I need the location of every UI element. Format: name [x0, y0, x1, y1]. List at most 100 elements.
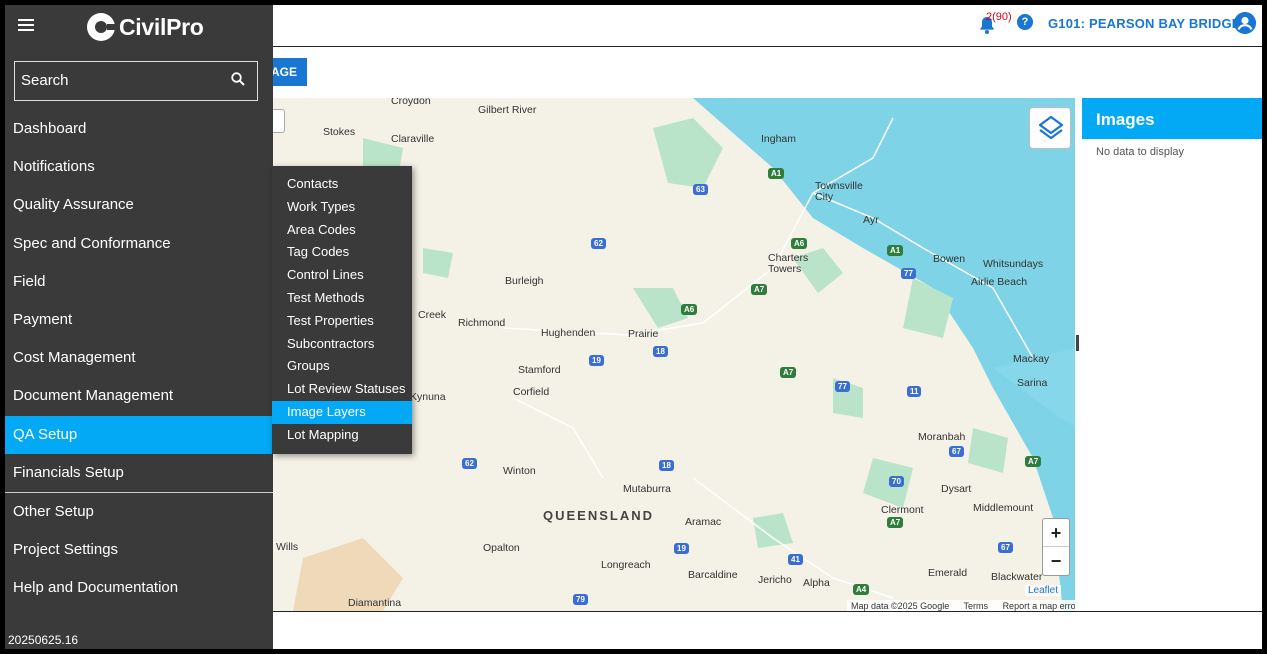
road-shield: 19: [674, 543, 689, 554]
sidebar-item-cost-management[interactable]: Cost Management: [5, 339, 273, 377]
sidebar-item-project-settings[interactable]: Project Settings: [5, 531, 273, 569]
submenu-item-area-codes[interactable]: Area Codes: [272, 219, 412, 242]
map-place: Dysart: [941, 483, 972, 495]
sidebar-item-help-and-documentation[interactable]: Help and Documentation: [5, 569, 273, 607]
map-place: Mackay: [1013, 353, 1050, 365]
road-shield: A6: [681, 304, 698, 315]
sidebar-item-payment[interactable]: Payment: [5, 301, 273, 339]
sidebar-item-document-management[interactable]: Document Management: [5, 377, 273, 415]
manage-image-button[interactable]: AGE: [267, 58, 307, 86]
map-place: Bowen: [933, 253, 966, 265]
road-shield: 70: [889, 476, 904, 487]
road-shield: A7: [780, 367, 797, 378]
map-place: Corfield: [513, 386, 550, 398]
map-place: Kynuna: [410, 391, 446, 403]
map-place: Opalton: [483, 542, 520, 554]
search-icon[interactable]: [231, 72, 245, 86]
road-shield: 77: [901, 268, 916, 279]
sidebar-item-quality-assurance[interactable]: Quality Assurance: [5, 186, 273, 224]
notification-count: 2(90): [986, 11, 1012, 23]
panel-splitter[interactable]: [1076, 335, 1079, 351]
divider: [273, 611, 1262, 612]
road-shield: A7: [751, 284, 768, 295]
images-panel-title: Images: [1082, 98, 1262, 139]
map-place: Moranbah: [918, 431, 966, 443]
map-place: Charters Towers: [768, 252, 809, 275]
submenu-item-lot-mapping[interactable]: Lot Mapping: [272, 424, 412, 447]
map-place: Claraville: [391, 133, 435, 145]
logo-icon: [87, 13, 117, 41]
top-header: 2(90) ? G101: PEARSON BAY BRIDGE: [273, 5, 1262, 47]
road-shield: 67: [949, 446, 964, 457]
zoom-control: + −: [1042, 518, 1070, 576]
map-collapse-tab[interactable]: [273, 109, 285, 133]
leaflet-attribution-link[interactable]: Leaflet: [1025, 585, 1062, 596]
map-place: Aramac: [685, 516, 722, 528]
map-place: Townsville City: [815, 180, 863, 203]
submenu-item-groups[interactable]: Groups: [272, 355, 412, 378]
map-place: Jericho: [758, 574, 792, 586]
sidebar-item-financials-setup[interactable]: Financials Setup: [5, 454, 273, 492]
submenu-item-tag-codes[interactable]: Tag Codes: [272, 241, 412, 264]
images-panel: Images No data to display: [1082, 98, 1262, 611]
map-place: Clermont: [881, 504, 924, 516]
qa-setup-submenu: Contacts Work Types Area Codes Tag Codes…: [272, 166, 412, 454]
road-shield: A7: [887, 517, 904, 528]
road-shield: 62: [591, 238, 606, 249]
sidebar-item-spec-and-conformance[interactable]: Spec and Conformance: [5, 225, 273, 263]
map-place: Sarina: [1017, 377, 1048, 389]
sidebar-item-notifications[interactable]: Notifications: [5, 148, 273, 186]
road-shield: A7: [1025, 456, 1042, 467]
submenu-item-contacts[interactable]: Contacts: [272, 173, 412, 196]
road-shield: 77: [835, 381, 850, 392]
user-avatar-icon[interactable]: [1234, 12, 1256, 34]
map-place: Prairie: [628, 328, 659, 340]
road-shield: 62: [462, 458, 477, 469]
map-layers-button[interactable]: [1029, 107, 1071, 149]
sidebar-item-field[interactable]: Field: [5, 263, 273, 301]
images-empty-message: No data to display: [1096, 146, 1185, 158]
hamburger-menu-icon[interactable]: [18, 19, 34, 31]
road-shield: 11: [907, 386, 922, 397]
search-input[interactable]: Search: [14, 61, 258, 101]
map-place: Richmond: [458, 317, 506, 329]
submenu-item-test-properties[interactable]: Test Properties: [272, 310, 412, 333]
map-place: Winton: [503, 465, 536, 477]
map-place: Burleigh: [505, 275, 544, 287]
sidebar-item-other-setup[interactable]: Other Setup: [5, 493, 273, 531]
road-shield: 41: [788, 554, 803, 565]
map-place: Whitsundays: [983, 258, 1044, 270]
submenu-item-control-lines[interactable]: Control Lines: [272, 264, 412, 287]
submenu-item-image-layers[interactable]: Image Layers: [272, 400, 412, 424]
map-place: Stamford: [518, 364, 561, 376]
submenu-item-subcontractors[interactable]: Subcontractors: [272, 333, 412, 356]
map-place: Mutaburra: [623, 483, 671, 495]
road-shield: 63: [693, 184, 708, 195]
map-place: Longreach: [601, 559, 651, 571]
map-place: Barcaldine: [688, 569, 738, 581]
submenu-item-lot-review-statuses[interactable]: Lot Review Statuses: [272, 378, 412, 401]
map-place: Hughenden: [541, 327, 596, 339]
project-selector[interactable]: G101: PEARSON BAY BRIDGE: [1048, 16, 1241, 31]
map-place: Diamantina: [348, 597, 402, 609]
app-logo[interactable]: CivilPro: [87, 11, 204, 43]
sidebar-item-qa-setup[interactable]: QA Setup: [5, 415, 273, 454]
road-shield: A6: [791, 238, 808, 249]
zoom-in-button[interactable]: +: [1043, 519, 1069, 547]
zoom-out-button[interactable]: −: [1043, 547, 1069, 575]
submenu-item-work-types[interactable]: Work Types: [272, 196, 412, 219]
map-place: Ingham: [761, 133, 797, 145]
map-data-attribution: Map data ©2025 Google: [851, 601, 950, 611]
map-place: Stokes: [323, 126, 356, 138]
road-shield: 18: [653, 346, 668, 357]
terms-link[interactable]: Terms: [964, 601, 989, 611]
submenu-item-test-methods[interactable]: Test Methods: [272, 287, 412, 310]
map-place: Alpha: [803, 577, 830, 589]
help-icon[interactable]: ?: [1017, 14, 1033, 30]
road-shield: A1: [887, 245, 904, 256]
road-shield: A4: [853, 584, 870, 595]
layers-icon: [1038, 115, 1064, 140]
map-place: Creek: [418, 309, 447, 321]
sidebar-item-dashboard[interactable]: Dashboard: [5, 110, 273, 148]
report-error-link[interactable]: Report a map error: [1003, 601, 1075, 611]
